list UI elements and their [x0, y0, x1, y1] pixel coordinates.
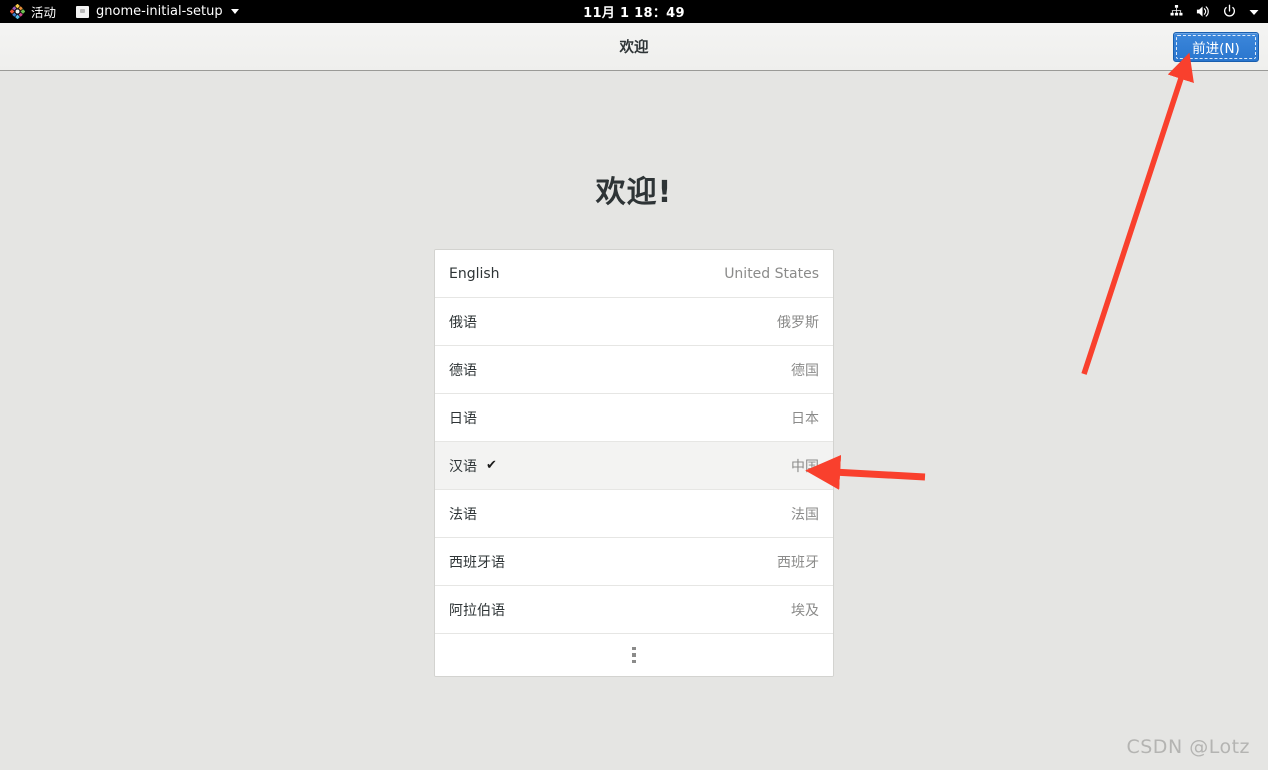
language-row[interactable]: English United States: [435, 250, 833, 298]
language-country: United States: [724, 265, 819, 282]
system-status-area[interactable]: [1169, 0, 1264, 23]
next-button-label: 前进(N): [1192, 41, 1240, 57]
check-icon: ✔: [486, 458, 497, 473]
app-menu-button[interactable]: gnome-initial-setup: [66, 0, 245, 23]
language-list[interactable]: English United States 俄语 俄罗斯德语 德国日语 日本汉语 ✔ 中国法语…: [434, 249, 834, 677]
language-name: 法语: [449, 506, 477, 523]
language-country: 中国: [791, 458, 819, 475]
more-vertical-dots-icon: [632, 646, 636, 664]
language-row[interactable]: 日语 日本: [435, 394, 833, 442]
language-row[interactable]: 西班牙语 西班牙: [435, 538, 833, 586]
language-country: 西班牙: [777, 554, 819, 571]
language-country: 德国: [791, 362, 819, 379]
language-country: 日本: [791, 410, 819, 427]
next-button[interactable]: 前进(N): [1173, 32, 1259, 62]
language-name: 阿拉伯语: [449, 602, 505, 619]
language-name: 俄语: [449, 314, 477, 331]
language-row[interactable]: 法语 法国: [435, 490, 833, 538]
window-header-bar: 欢迎 前进(N): [0, 23, 1268, 71]
network-wired-icon[interactable]: [1169, 4, 1184, 19]
language-name: 西班牙语: [449, 554, 505, 571]
app-menu-label: gnome-initial-setup: [96, 4, 223, 19]
welcome-heading: 欢迎!: [595, 175, 673, 210]
power-icon[interactable]: [1222, 4, 1237, 19]
language-row[interactable]: 阿拉伯语 埃及: [435, 586, 833, 634]
page-title: 欢迎: [619, 40, 649, 56]
gnome-pinwheel-logo-icon: [10, 4, 25, 19]
language-name: English: [449, 265, 500, 282]
language-row[interactable]: 德语 德国: [435, 346, 833, 394]
setup-content-area: 欢迎! English United States 俄语 俄罗斯德语 德国日语 日本汉语 ✔…: [0, 72, 1268, 770]
language-row[interactable]: 俄语 俄罗斯: [435, 298, 833, 346]
language-row[interactable]: 汉语 ✔ 中国: [435, 442, 833, 490]
activities-label: 活动: [31, 5, 57, 20]
chevron-down-icon[interactable]: [1248, 6, 1260, 18]
screen: 活动 gnome-initial-setup 11月 1 18：49 欢迎 前进…: [0, 0, 1268, 770]
language-country: 俄罗斯: [777, 314, 819, 331]
clock-button[interactable]: 11月 1 18：49: [577, 2, 691, 21]
language-country: 法国: [791, 506, 819, 523]
chevron-down-icon: [230, 9, 239, 14]
language-country: 埃及: [791, 602, 819, 619]
watermark: CSDN @Lotz: [1126, 736, 1250, 758]
language-name: 日语: [449, 410, 477, 427]
language-name: 德语: [449, 362, 477, 379]
volume-speaker-icon[interactable]: [1195, 4, 1211, 19]
top-bar-left-section: 活动 gnome-initial-setup: [0, 0, 245, 23]
app-window-icon: [76, 5, 90, 18]
gnome-top-bar: 活动 gnome-initial-setup 11月 1 18：49: [0, 0, 1268, 23]
more-languages-row[interactable]: [435, 634, 833, 676]
activities-button[interactable]: 活动: [6, 0, 60, 23]
language-name: 汉语: [449, 458, 477, 475]
